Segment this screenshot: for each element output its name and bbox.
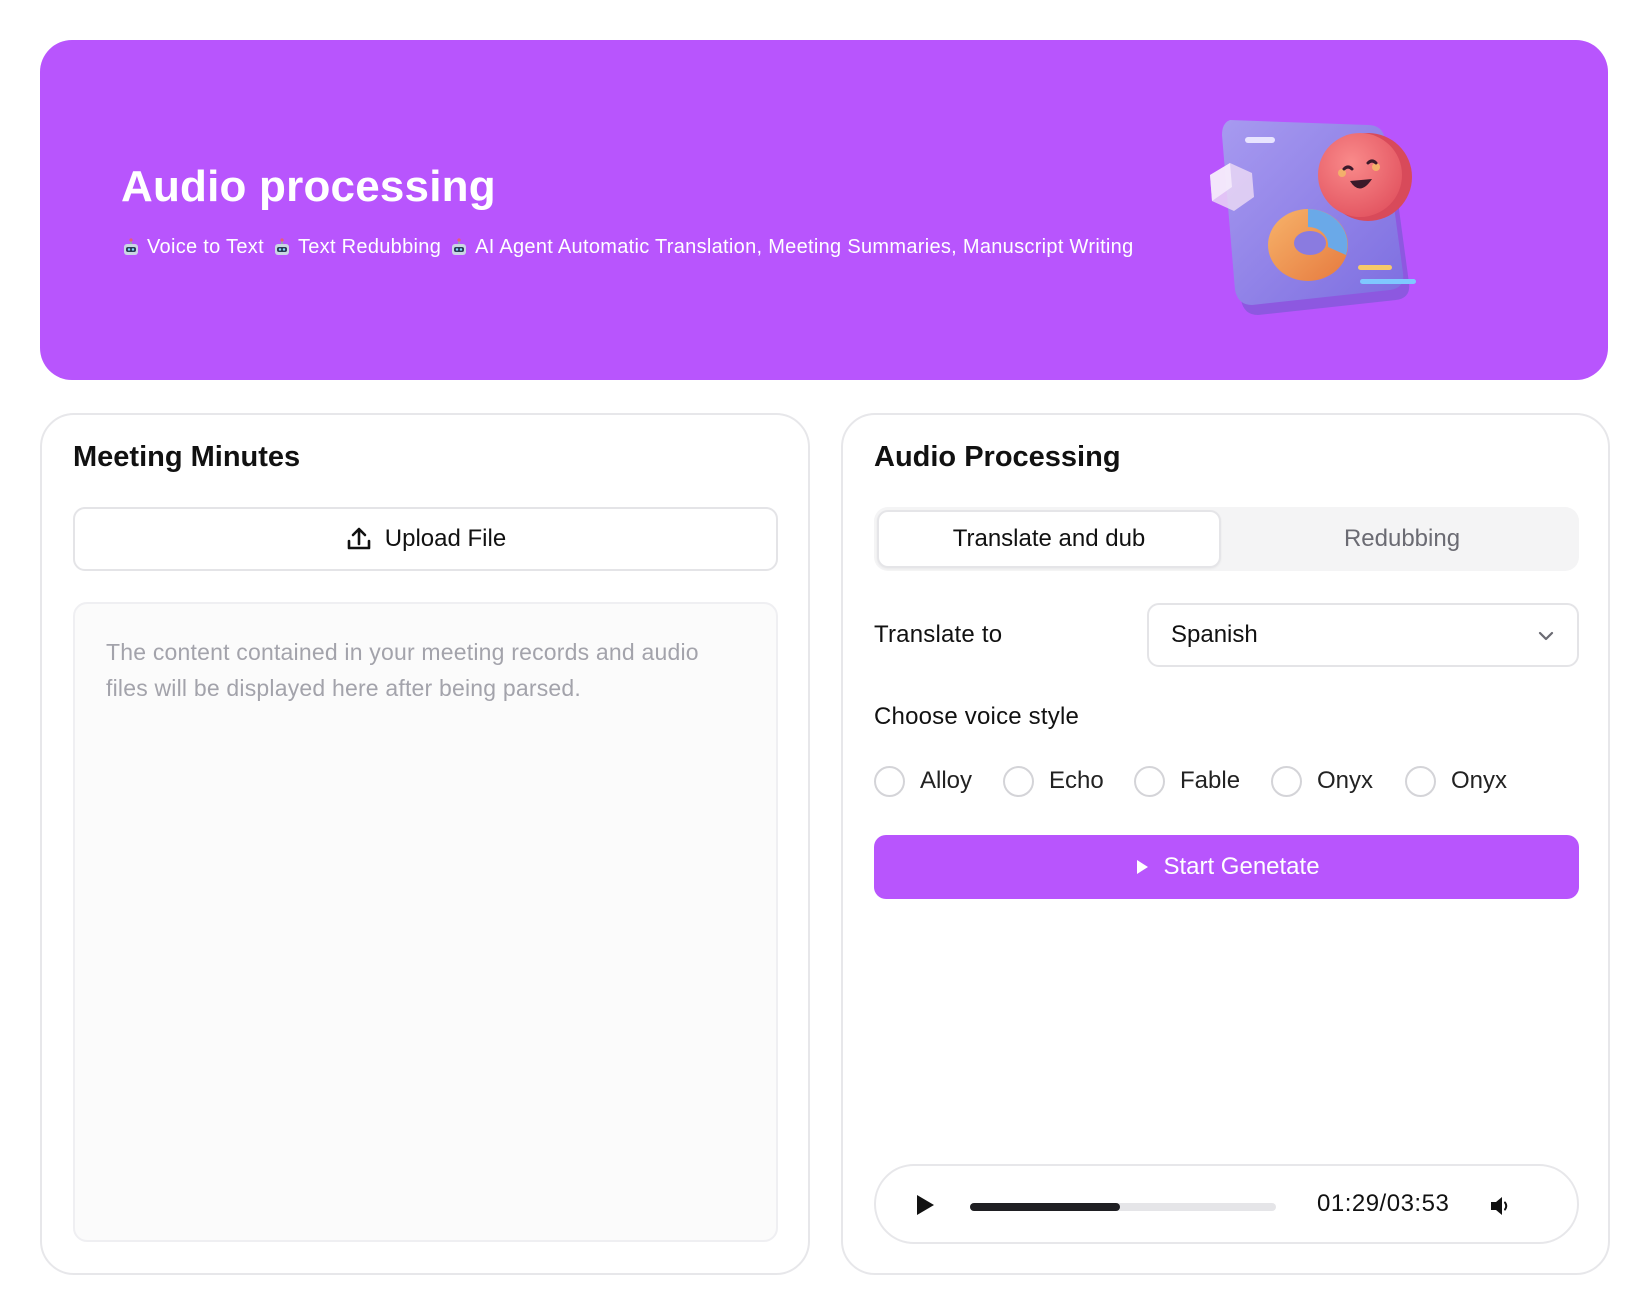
audio-progress-fill bbox=[970, 1203, 1120, 1211]
voice-option-label: Alloy bbox=[920, 767, 973, 794]
upload-file-label: Upload File bbox=[384, 525, 507, 552]
voice-option-echo[interactable]: Echo bbox=[1003, 761, 1104, 801]
voice-option-label: Onyx bbox=[1317, 767, 1374, 794]
hero-feature-1: Voice to Text bbox=[147, 236, 264, 258]
hero-subtitle: Voice to Text Text Redubbing AI Agent Au… bbox=[121, 236, 1142, 259]
chevron-down-icon bbox=[1538, 631, 1554, 641]
volume-icon[interactable] bbox=[1488, 1193, 1514, 1219]
page-title: Audio processing bbox=[121, 162, 496, 211]
voice-style-radio-group: Alloy Echo Fable Onyx Onyx bbox=[874, 761, 1579, 801]
audio-time: 01:29/03:53 bbox=[1317, 1190, 1450, 1217]
voice-option-onyx[interactable]: Onyx bbox=[1271, 761, 1373, 801]
meeting-minutes-title: Meeting Minutes bbox=[73, 441, 301, 473]
radio-circle[interactable] bbox=[1271, 765, 1302, 797]
start-generate-button[interactable]: Start Genetate bbox=[874, 835, 1579, 899]
page: Audio processing Voice to Text Text Redu… bbox=[0, 0, 1648, 1296]
tab-redubbing[interactable]: Redubbing bbox=[1230, 510, 1574, 568]
voice-option-label: Onyx bbox=[1451, 767, 1508, 794]
tab-translate-and-dub[interactable]: Translate and dub bbox=[877, 510, 1221, 568]
translate-to-label: Translate to bbox=[874, 621, 1003, 648]
audio-processing-title: Audio Processing bbox=[874, 441, 1121, 473]
radio-circle[interactable] bbox=[1003, 765, 1034, 797]
minutes-content-area[interactable]: The content contained in your meeting re… bbox=[73, 602, 778, 1242]
voice-style-label: Choose voice style bbox=[874, 703, 1080, 730]
voice-option-onyx-2[interactable]: Onyx bbox=[1405, 761, 1507, 801]
mode-tabs: Translate and dub Redubbing bbox=[874, 507, 1579, 571]
audio-processing-card: Audio Processing Translate and dub Redub… bbox=[841, 413, 1610, 1275]
meeting-minutes-card: Meeting Minutes Upload File The content … bbox=[40, 413, 810, 1275]
robot-icon bbox=[452, 237, 467, 255]
hero-banner: Audio processing Voice to Text Text Redu… bbox=[40, 40, 1608, 380]
language-select[interactable]: Spanish bbox=[1147, 603, 1579, 667]
play-icon bbox=[1137, 860, 1149, 874]
upload-file-button[interactable]: Upload File bbox=[73, 507, 778, 571]
hero-illustration bbox=[1210, 120, 1416, 315]
language-select-value: Spanish bbox=[1171, 621, 1258, 648]
radio-circle[interactable] bbox=[874, 765, 905, 797]
hero-feature-2: Text Redubbing bbox=[297, 236, 442, 258]
radio-circle[interactable] bbox=[1134, 765, 1165, 797]
audio-progress-bar[interactable] bbox=[970, 1203, 1276, 1211]
voice-option-fable[interactable]: Fable bbox=[1134, 761, 1240, 801]
voice-option-label: Echo bbox=[1049, 767, 1104, 794]
play-icon[interactable] bbox=[914, 1193, 936, 1217]
start-generate-label: Start Genetate bbox=[1163, 853, 1320, 880]
radio-circle[interactable] bbox=[1405, 765, 1436, 797]
audio-player: 01:29/03:53 bbox=[874, 1164, 1579, 1244]
voice-option-alloy[interactable]: Alloy bbox=[874, 761, 972, 801]
robot-icon bbox=[124, 237, 138, 255]
robot-icon bbox=[274, 237, 289, 255]
hero-feature-3: AI Agent Automatic Translation, Meeting … bbox=[475, 236, 1134, 258]
voice-option-label: Fable bbox=[1180, 767, 1241, 794]
minutes-placeholder: The content contained in your meeting re… bbox=[106, 639, 699, 701]
upload-icon bbox=[347, 527, 371, 550]
